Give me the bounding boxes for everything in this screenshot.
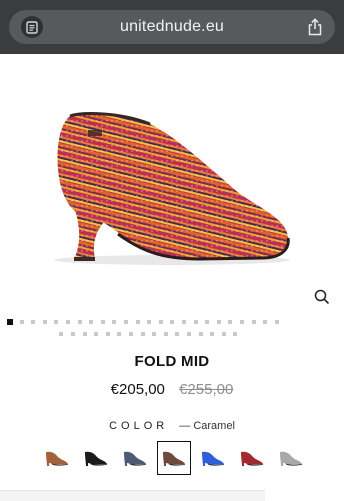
product-title: FOLD MID <box>134 353 210 370</box>
selected-color-prefix: — <box>179 420 191 432</box>
gallery-dot[interactable] <box>54 320 59 324</box>
gallery-dot[interactable] <box>251 320 256 324</box>
bottom-sheet-edge <box>0 490 265 501</box>
gallery-dot[interactable] <box>182 320 186 324</box>
gallery-dot[interactable] <box>263 320 268 324</box>
original-price: €255,00 <box>179 381 234 398</box>
browser-bar: unitednude.eu <box>0 0 344 54</box>
gallery-dot[interactable] <box>135 320 140 324</box>
gallery-dot[interactable] <box>158 320 163 324</box>
gallery-dot[interactable] <box>140 332 145 336</box>
color-swatch-red[interactable] <box>235 441 269 475</box>
share-icon[interactable] <box>305 17 325 37</box>
gallery-dot[interactable] <box>7 319 13 325</box>
boot-thumbnail-icon <box>85 451 108 466</box>
boot-thumbnail-icon <box>163 451 186 466</box>
boot-thumbnail-icon <box>241 451 264 466</box>
gallery-pagination <box>7 319 338 339</box>
gallery-dot[interactable] <box>170 320 175 324</box>
gallery-dot[interactable] <box>82 332 87 336</box>
gallery-dot[interactable] <box>187 332 191 336</box>
gallery-dot[interactable] <box>94 332 99 336</box>
gallery-dot[interactable] <box>59 332 64 336</box>
gallery-dot[interactable] <box>216 320 221 324</box>
boot-thumbnail-icon <box>280 451 303 466</box>
color-label: COLOR <box>109 420 169 432</box>
color-swatch-multi[interactable] <box>40 441 74 475</box>
gallery-dot[interactable] <box>221 332 226 336</box>
gallery-dot[interactable] <box>240 320 244 324</box>
address-bar[interactable]: unitednude.eu <box>9 10 335 44</box>
selected-color-name: Caramel <box>193 420 235 432</box>
ankle-boot-image <box>54 112 290 265</box>
gallery-dot[interactable] <box>105 332 110 336</box>
gallery-dot[interactable] <box>163 332 168 336</box>
url-text[interactable]: unitednude.eu <box>9 18 335 36</box>
color-swatches <box>0 441 344 481</box>
boot-thumbnail-icon <box>202 451 225 466</box>
gallery-dot[interactable] <box>19 320 24 324</box>
gallery-dot[interactable] <box>42 320 47 324</box>
gallery-dot[interactable] <box>71 332 75 336</box>
gallery-dot[interactable] <box>117 332 122 336</box>
gallery-dot[interactable] <box>147 320 152 324</box>
gallery-dot[interactable] <box>175 332 180 336</box>
boot-thumbnail-icon <box>124 451 147 466</box>
color-selector-label: COLOR — Caramel <box>0 420 344 432</box>
gallery-dot[interactable] <box>112 320 117 324</box>
gallery-dot[interactable] <box>193 320 198 324</box>
gallery-dot[interactable] <box>152 332 157 336</box>
gallery-dot[interactable] <box>77 320 82 324</box>
price-row: €205,00 €255,00 <box>0 381 344 398</box>
color-swatch-caramel[interactable] <box>157 441 191 475</box>
gallery-dot[interactable] <box>89 320 94 324</box>
gallery-dot[interactable] <box>198 332 203 336</box>
gallery-dot[interactable] <box>100 320 105 324</box>
gallery-dot[interactable] <box>274 320 279 324</box>
color-swatch-blue-grey[interactable] <box>118 441 152 475</box>
gallery-dot[interactable] <box>31 320 36 324</box>
magnifier-icon[interactable] <box>313 288 331 306</box>
color-swatch-black[interactable] <box>79 441 113 475</box>
gallery-dot[interactable] <box>129 332 133 336</box>
gallery-dot[interactable] <box>233 332 238 336</box>
sale-price: €205,00 <box>110 381 165 398</box>
gallery-dot[interactable] <box>124 320 128 324</box>
gallery-dot[interactable] <box>228 320 233 324</box>
color-swatch-blue[interactable] <box>196 441 230 475</box>
gallery-dot[interactable] <box>66 320 70 324</box>
product-image[interactable] <box>0 54 344 310</box>
gallery-dot[interactable] <box>205 320 210 324</box>
boot-thumbnail-icon <box>46 451 69 466</box>
gallery-dot[interactable] <box>210 332 215 336</box>
color-swatch-grey[interactable] <box>274 441 308 475</box>
